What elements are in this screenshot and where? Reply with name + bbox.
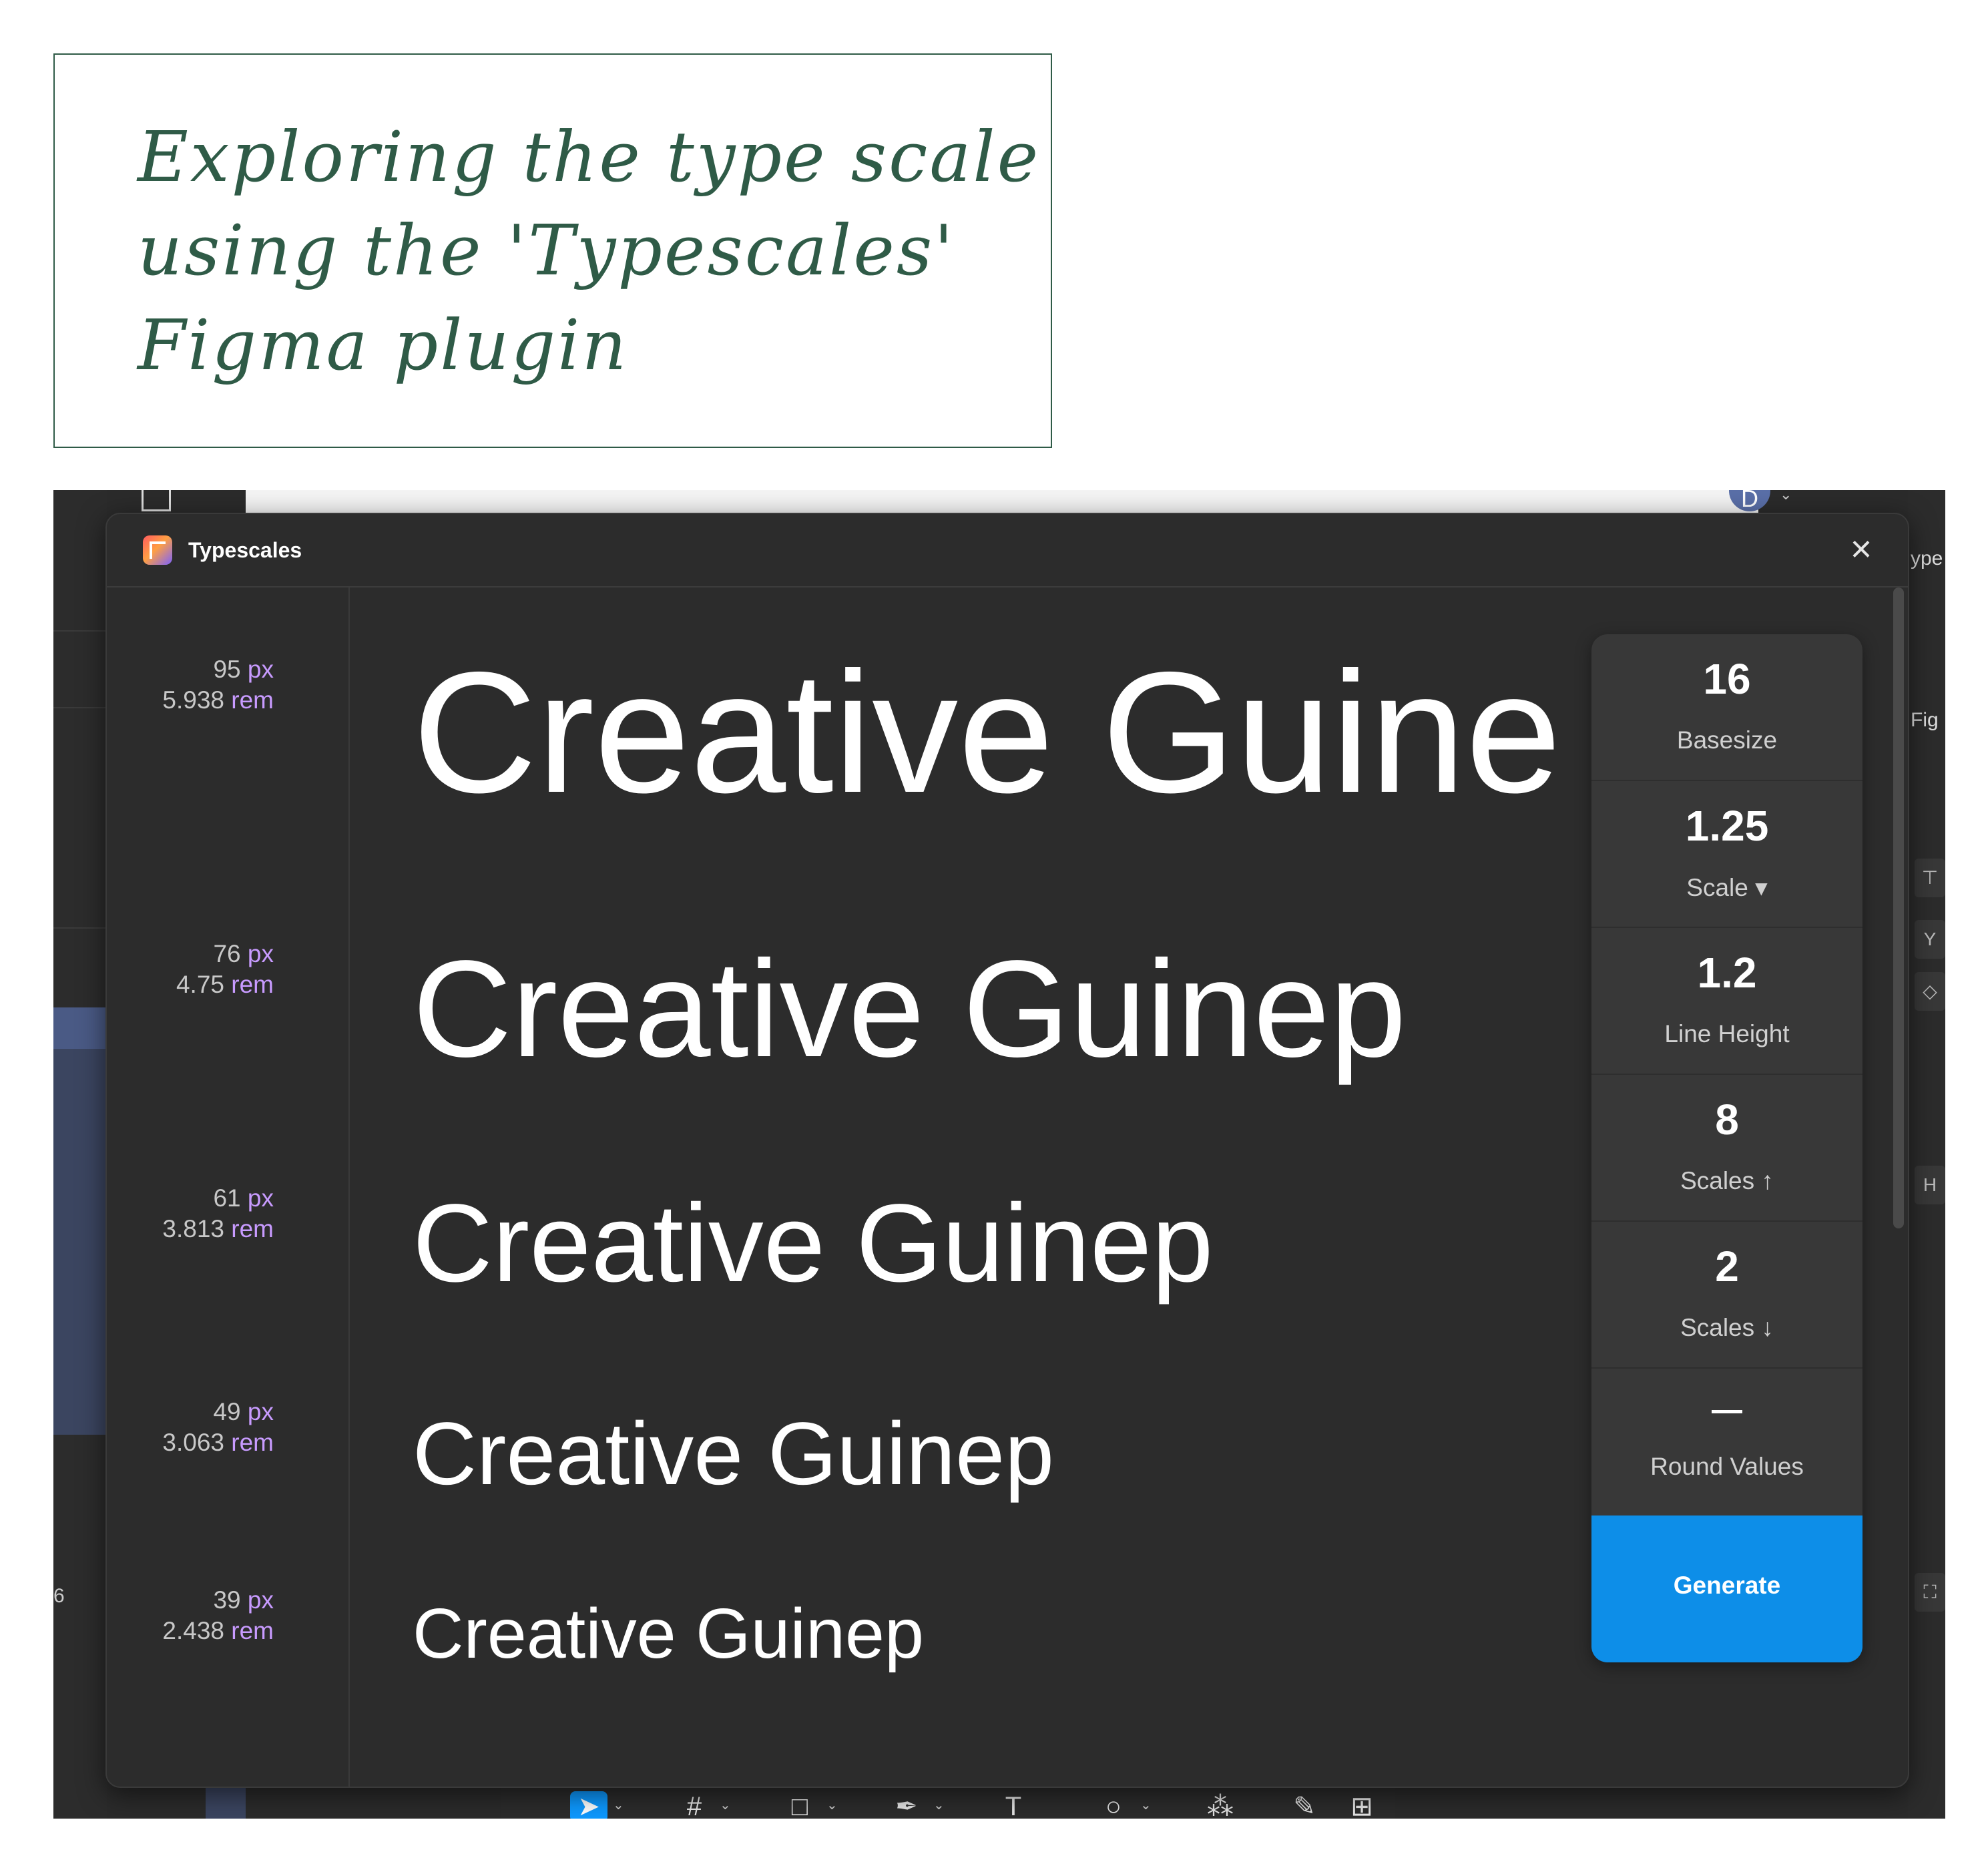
minus-icon[interactable] <box>1712 1410 1742 1413</box>
scales-up-value[interactable]: 8 <box>1591 1095 1862 1144</box>
plugin-title: Typescales <box>188 538 302 562</box>
scrollbar[interactable] <box>1893 588 1904 1228</box>
type-sample-61: Creative Guinep <box>413 1182 1214 1305</box>
chevron-down-icon[interactable]: ⌄ <box>826 1797 838 1813</box>
px-unit: px <box>247 1184 274 1212</box>
px-value: 95 <box>213 656 241 683</box>
panel-label[interactable]: Y <box>1915 920 1945 959</box>
rotate-icon[interactable]: ◇ <box>1915 972 1945 1011</box>
layer-item-selected[interactable] <box>53 1007 107 1049</box>
chevron-down-icon[interactable]: ⌄ <box>1140 1797 1152 1813</box>
round-values-toggle[interactable]: Round Values <box>1591 1369 1862 1516</box>
divider <box>53 630 107 632</box>
basesize-value[interactable]: 16 <box>1591 654 1862 704</box>
panel-label: Fig <box>1911 709 1939 731</box>
size-item: 49 px 3.063 rem <box>162 1397 274 1458</box>
px-value: 76 <box>213 940 241 967</box>
pen-icon[interactable]: ✒ <box>888 1791 925 1819</box>
basesize-label: Basesize <box>1676 726 1778 754</box>
basesize-control[interactable]: 16 Basesize <box>1591 634 1862 781</box>
properties-panel <box>1908 490 1945 1819</box>
note-line-3: Figma plugin <box>138 304 629 386</box>
close-icon[interactable]: × <box>1844 530 1879 567</box>
scale-dropdown-label[interactable]: Scale ▾ <box>1591 873 1862 902</box>
rem-value: 4.75 <box>176 971 224 998</box>
handwritten-note: Exploring the type scale using the 'Type… <box>53 53 1052 448</box>
rem-value: 3.813 <box>162 1215 224 1242</box>
scales-down-value[interactable]: 2 <box>1591 1242 1862 1291</box>
typescales-logo-icon <box>143 535 172 565</box>
fullscreen-icon[interactable]: ⛶ <box>1915 1573 1945 1612</box>
scales-down-control[interactable]: 2 Scales ↓ <box>1591 1222 1862 1369</box>
draw-icon[interactable]: ✎ <box>1286 1791 1323 1819</box>
size-list: 95 px 5.938 rem 76 px 4.75 rem 61 px 3.8… <box>107 588 350 1787</box>
move-icon[interactable]: ➤ <box>570 1791 607 1819</box>
note-line-1: Exploring the type scale <box>138 116 1041 198</box>
type-sample-76: Creative Guinep <box>413 932 1407 1086</box>
px-unit: px <box>247 940 274 967</box>
rem-unit: rem <box>231 1429 274 1456</box>
chevron-down-icon[interactable]: ⌄ <box>1780 490 1792 503</box>
layer-label: 6 <box>53 1585 65 1607</box>
rem-value: 2.438 <box>162 1617 224 1644</box>
px-value: 61 <box>213 1184 241 1212</box>
text-icon[interactable]: T <box>995 1791 1032 1819</box>
scales-up-label: Scales ↑ <box>1680 1167 1774 1194</box>
rem-unit: rem <box>231 1215 274 1242</box>
canvas-top-bar <box>246 490 1758 513</box>
rectangle-icon[interactable]: □ <box>781 1791 818 1819</box>
size-item: 95 px 5.938 rem <box>162 654 274 716</box>
px-unit: px <box>247 656 274 683</box>
note-line-2: using the 'Typescales' <box>138 210 955 291</box>
rem-unit: rem <box>231 1617 274 1644</box>
chevron-down-icon[interactable]: ⌄ <box>720 1797 731 1813</box>
line-height-control[interactable]: 1.2 Line Height <box>1591 928 1862 1075</box>
chevron-down-icon[interactable]: ⌄ <box>933 1797 945 1813</box>
type-sample-39: Creative Guinep <box>413 1594 924 1673</box>
align-icon[interactable]: ⊤ <box>1915 859 1945 897</box>
divider <box>53 927 107 929</box>
px-value: 49 <box>213 1398 241 1425</box>
type-sample-49: Creative Guinep <box>413 1405 1055 1503</box>
rem-unit: rem <box>231 971 274 998</box>
size-item: 76 px 4.75 rem <box>176 939 274 1000</box>
ellipse-icon[interactable]: ○ <box>1095 1791 1132 1819</box>
settings-panel: 16 Basesize 1.25 Scale ▾ 1.2 Line Height… <box>1591 634 1862 1662</box>
rem-value: 3.063 <box>162 1429 224 1456</box>
size-item: 39 px 2.438 rem <box>162 1585 274 1646</box>
panel-toggle-icon[interactable] <box>142 490 171 511</box>
px-unit: px <box>247 1586 274 1614</box>
rem-unit: rem <box>231 686 274 714</box>
figma-screenshot: D ⌄ 6 ype Fig ⊤ Y ◇ H ⛶ ➤ ⌄ # ⌄ □ ⌄ ✒ ⌄ … <box>53 490 1945 1819</box>
scales-up-control[interactable]: 8 Scales ↑ <box>1591 1075 1862 1222</box>
round-values-label: Round Values <box>1650 1453 1804 1480</box>
panel-label[interactable]: H <box>1915 1166 1945 1204</box>
rem-value: 5.938 <box>162 686 224 714</box>
size-item: 61 px 3.813 rem <box>162 1183 274 1244</box>
panel-label: ype <box>1911 547 1943 569</box>
divider <box>53 707 107 708</box>
dev-mode-icon[interactable]: ⊞ <box>1343 1791 1381 1819</box>
generate-button[interactable]: Generate <box>1591 1516 1862 1662</box>
components-icon[interactable]: ⁂ <box>1202 1791 1239 1819</box>
scale-control[interactable]: 1.25 Scale ▾ <box>1591 781 1862 928</box>
type-sample-95: Creative Guine <box>413 636 1561 829</box>
line-height-label: Line Height <box>1664 1020 1790 1047</box>
scales-down-label: Scales ↓ <box>1680 1314 1774 1341</box>
line-height-value[interactable]: 1.2 <box>1591 948 1862 997</box>
typescales-plugin-window: Typescales × 95 px 5.938 rem 76 px 4.75 … <box>105 513 1909 1788</box>
frame-icon[interactable]: # <box>676 1791 713 1819</box>
chevron-down-icon[interactable]: ⌄ <box>613 1797 624 1813</box>
px-value: 39 <box>213 1586 241 1614</box>
type-preview: Creative Guine Creative Guinep Creative … <box>350 588 1578 1787</box>
px-unit: px <box>247 1398 274 1425</box>
scale-value[interactable]: 1.25 <box>1591 801 1862 851</box>
plugin-header: Typescales × <box>107 514 1908 588</box>
layer-selection <box>53 1007 107 1435</box>
